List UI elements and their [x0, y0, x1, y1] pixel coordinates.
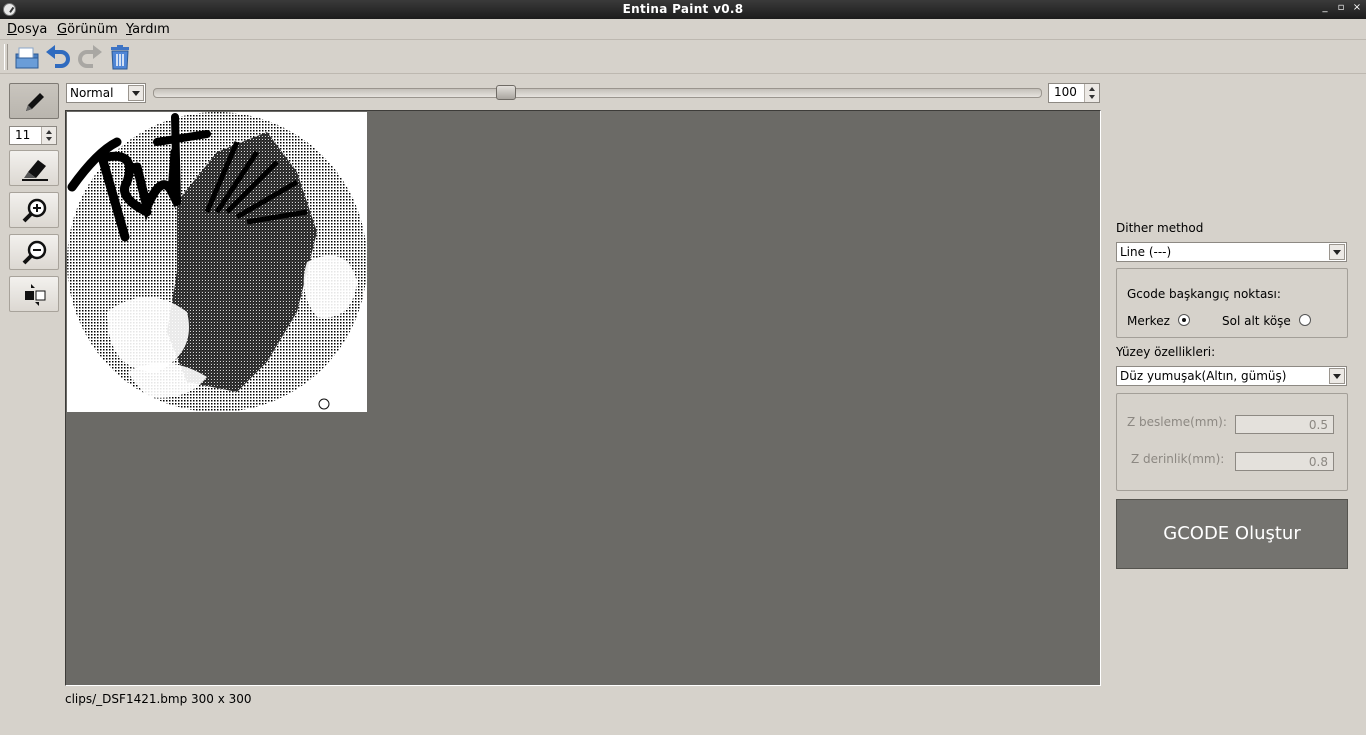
zoom-out-icon [22, 240, 47, 265]
z-feed-input[interactable]: 0.5 [1235, 415, 1334, 434]
dither-method-label: Dither method [1116, 221, 1204, 235]
title-bar: Entina Paint v0.8 _ ▫ × [0, 0, 1366, 19]
brush-size-spinner[interactable]: 11 [9, 126, 57, 145]
chevron-down-icon[interactable] [1329, 368, 1345, 384]
status-bar-text: clips/_DSF1421.bmp 300 x 300 [65, 692, 252, 706]
origin-center-label: Merkez [1127, 314, 1170, 328]
zoom-out-tool-button[interactable] [9, 234, 59, 270]
transform-tool-button[interactable] [9, 276, 59, 312]
zoom-in-tool-button[interactable] [9, 192, 59, 228]
opacity-spinner[interactable]: 100 [1048, 83, 1100, 103]
open-file-icon[interactable] [14, 44, 40, 70]
origin-bottom-left-label: Sol alt köşe [1222, 314, 1291, 328]
zoom-in-icon [22, 198, 47, 223]
window-title: Entina Paint v0.8 [622, 2, 744, 16]
main-toolbar [0, 40, 1366, 74]
menu-dosya[interactable]: Dosya [7, 22, 47, 37]
eraser-tool-button[interactable] [9, 150, 59, 186]
origin-bottom-left-radio[interactable] [1299, 314, 1311, 326]
dithered-image[interactable] [67, 112, 367, 412]
generate-gcode-button[interactable]: GCODE Oluştur [1116, 499, 1348, 569]
z-depth-input[interactable]: 0.8 [1235, 452, 1334, 471]
blend-mode-select[interactable]: Normal [66, 83, 146, 103]
menu-gorunum[interactable]: Görünüm [57, 22, 118, 37]
gcode-origin-label: Gcode başkangıç noktası: [1127, 287, 1281, 301]
brush-size-arrows[interactable] [41, 127, 56, 144]
minimize-button[interactable]: _ [1320, 2, 1330, 13]
surface-select[interactable]: Düz yumuşak(Altın, gümüş) [1116, 366, 1347, 386]
menu-bar: Dosya Görünüm Yardım [0, 19, 1366, 40]
menu-yardim[interactable]: Yardım [126, 22, 170, 37]
toolbar-grip[interactable] [4, 44, 8, 70]
pencil-tool-button[interactable] [9, 83, 59, 119]
z-depth-label: Z derinlik(mm): [1131, 452, 1225, 466]
redo-icon[interactable] [77, 44, 103, 70]
transform-icon [25, 284, 46, 306]
trash-icon[interactable] [107, 44, 133, 70]
surface-value: Düz yumuşak(Altın, gümüş) [1120, 369, 1287, 383]
blend-mode-value: Normal [70, 86, 114, 100]
brush-size-value: 11 [15, 128, 31, 142]
window-controls: _ ▫ × [1320, 2, 1362, 13]
opacity-value: 100 [1054, 85, 1077, 99]
opacity-arrows[interactable] [1084, 84, 1099, 102]
eraser-icon [22, 160, 48, 181]
dither-method-select[interactable]: Line (---) [1116, 242, 1347, 262]
opacity-slider-track[interactable] [153, 88, 1042, 98]
origin-center-radio[interactable] [1178, 314, 1190, 326]
eagle-dither-image [67, 112, 367, 412]
undo-icon[interactable] [45, 44, 71, 70]
dither-method-value: Line (---) [1120, 245, 1172, 259]
gcode-origin-group: Gcode başkangıç noktası: Merkez Sol alt … [1116, 268, 1348, 338]
z-feed-label: Z besleme(mm): [1127, 415, 1227, 429]
surface-properties-label: Yüzey özellikleri: [1116, 345, 1216, 359]
maximize-button[interactable]: ▫ [1336, 2, 1346, 13]
chevron-down-icon[interactable] [1329, 244, 1345, 260]
opacity-slider-handle[interactable] [496, 85, 516, 100]
close-button[interactable]: × [1352, 2, 1362, 13]
pencil-icon [26, 93, 44, 111]
chevron-down-icon[interactable] [128, 85, 144, 101]
z-settings-group: Z besleme(mm): 0.5 Z derinlik(mm): 0.8 [1116, 393, 1348, 491]
